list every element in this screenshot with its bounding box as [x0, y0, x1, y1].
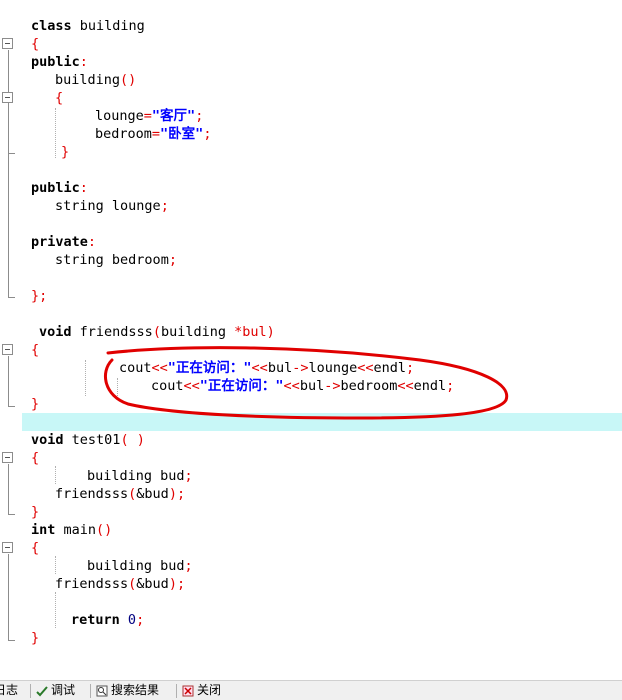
code-line: friendsss(&bud); [55, 486, 186, 502]
code-line: cout<<"正在访问："<<bul->lounge<<endl; [119, 360, 415, 376]
fold-end [8, 514, 15, 515]
tab-log-label: 日志 [0, 683, 19, 697]
code-line: private: [31, 234, 97, 250]
fold-toggle-class[interactable] [2, 38, 13, 49]
code-line: public: [31, 54, 88, 70]
fold-toggle-main[interactable] [2, 542, 13, 553]
debug-check-icon [36, 685, 48, 696]
tab-close[interactable]: 关闭 [182, 681, 221, 700]
code-editor[interactable]: class building { public: building() { lo… [0, 0, 622, 680]
fold-line [8, 50, 9, 297]
fold-toggle-friend[interactable] [2, 344, 13, 355]
indent-guide [55, 556, 56, 574]
code-line: { [31, 540, 40, 556]
fold-end [8, 406, 15, 407]
indent-guide [55, 466, 56, 484]
code-line: building bud; [87, 468, 193, 484]
code-line: building bud; [87, 558, 193, 574]
code-line: }; [31, 288, 48, 304]
fold-line [8, 554, 9, 640]
code-line: void friendsss(building *bul) [39, 324, 275, 340]
code-line: friendsss(&bud); [55, 576, 186, 592]
bottom-tab-bar: 日志 调试 搜索结果 关闭 [0, 680, 622, 700]
tab-separator [90, 684, 91, 698]
code-line: { [55, 90, 64, 106]
code-line: { [31, 342, 40, 358]
code-line: return 0; [71, 612, 145, 628]
code-line: lounge="客厅"; [95, 108, 204, 124]
indent-guide [85, 360, 86, 396]
tab-search-results-label: 搜索结果 [111, 683, 160, 697]
code-line: } [31, 396, 40, 412]
code-line: class building [31, 18, 145, 34]
code-line: public: [31, 180, 88, 196]
tab-debug[interactable]: 调试 [36, 681, 75, 700]
fold-line [8, 356, 9, 406]
code-line: } [61, 144, 70, 160]
code-line: bedroom="卧室"; [95, 126, 212, 142]
tab-close-label: 关闭 [197, 683, 222, 697]
fold-end [8, 297, 15, 298]
indent-guide [55, 108, 56, 158]
code-line: } [31, 504, 40, 520]
code-line: int main() [31, 522, 113, 538]
fold-end [8, 153, 15, 154]
tab-log[interactable]: 日志 [0, 681, 18, 700]
tab-separator [30, 684, 31, 698]
tab-search-results[interactable]: 搜索结果 [96, 681, 159, 700]
code-line: } [31, 630, 40, 646]
fold-toggle-test01[interactable] [2, 452, 13, 463]
code-line: cout<<"正在访问："<<bul->bedroom<<endl; [151, 378, 455, 394]
code-line: void test01( ) [31, 432, 145, 448]
code-line: { [31, 36, 40, 52]
search-results-icon [96, 685, 108, 696]
tab-separator [176, 684, 177, 698]
code-line: building() [55, 72, 137, 88]
code-line: string bedroom; [55, 252, 177, 268]
tab-debug-label: 调试 [51, 683, 76, 697]
fold-end [8, 640, 15, 641]
code-line: string lounge; [55, 198, 169, 214]
current-line-highlight [22, 413, 622, 431]
fold-toggle-ctor[interactable] [2, 92, 13, 103]
indent-guide [55, 592, 56, 628]
fold-line [8, 464, 9, 514]
code-line: { [31, 450, 40, 466]
indent-guide [117, 378, 118, 396]
close-icon [182, 685, 194, 696]
